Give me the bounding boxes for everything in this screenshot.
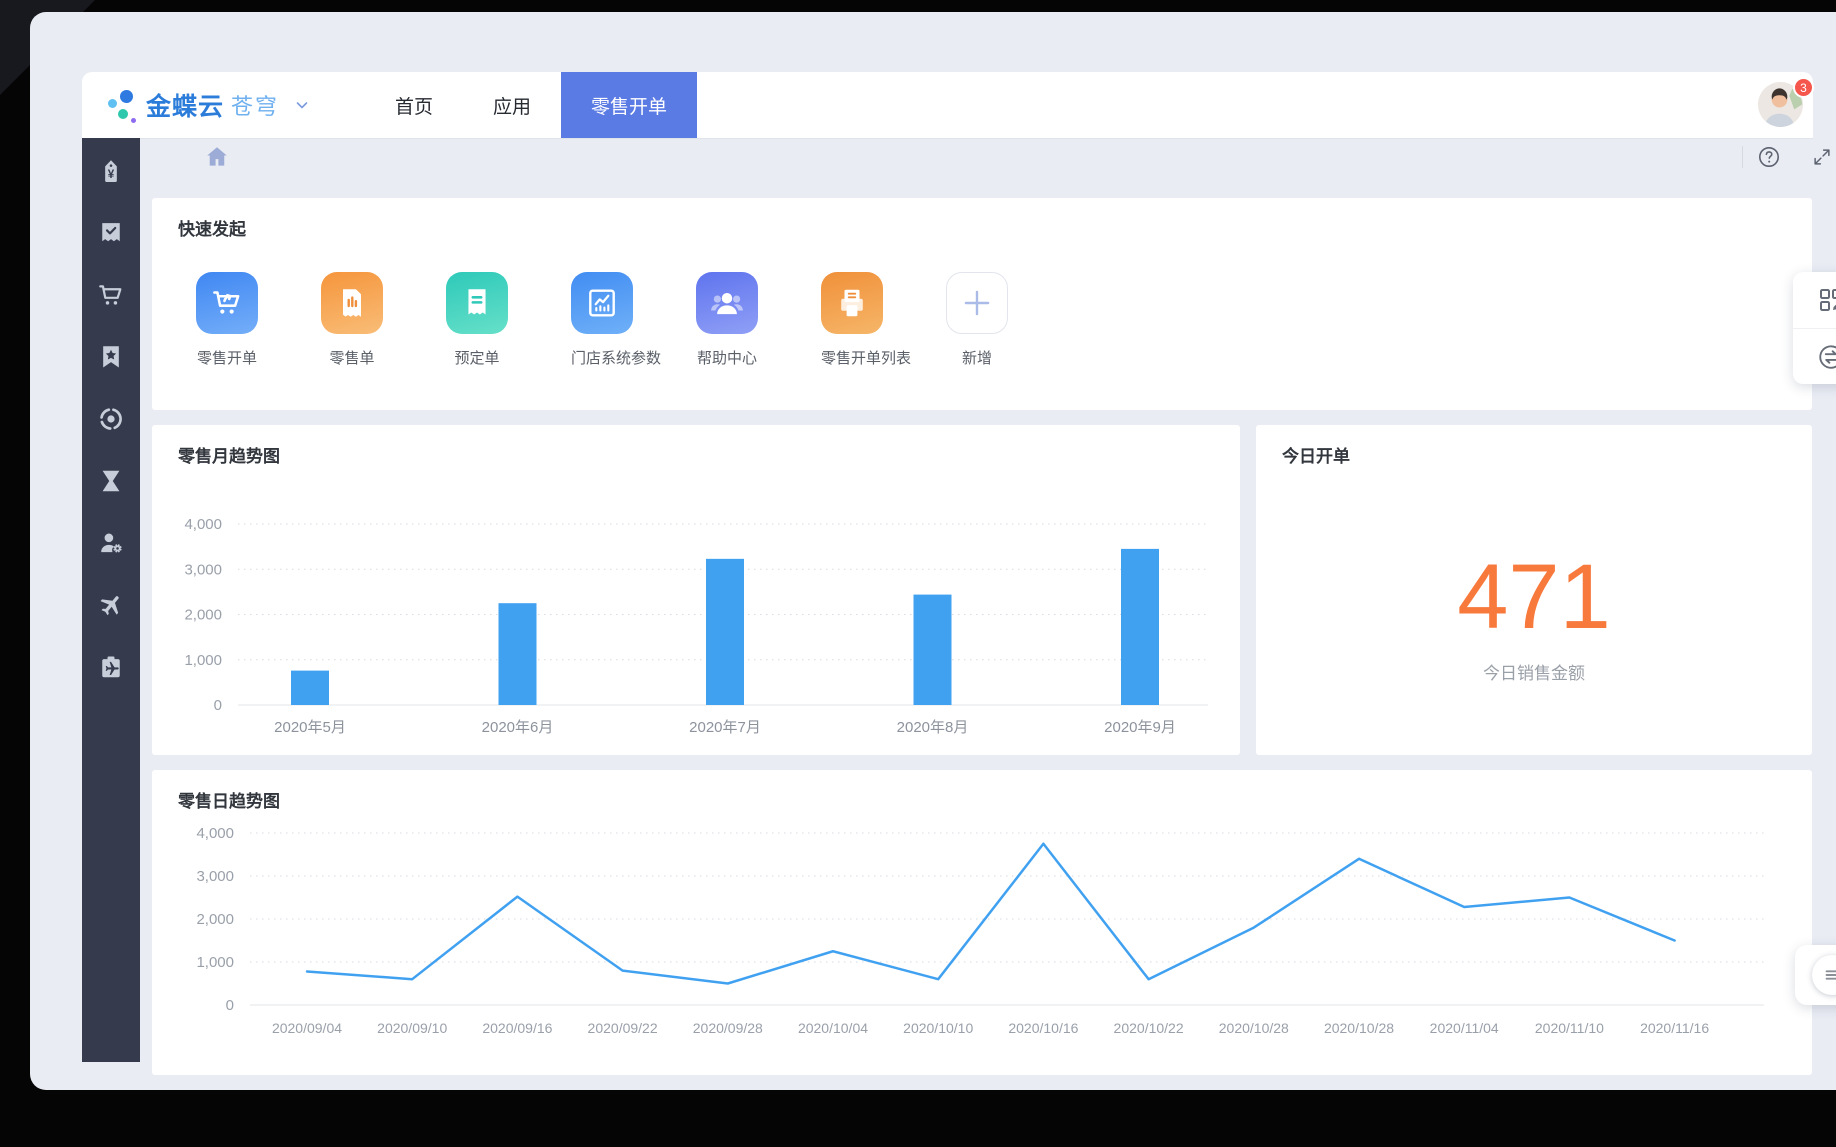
today-sales-value: 471 [1256, 545, 1812, 650]
svg-text:2020年8月: 2020年8月 [897, 719, 969, 736]
fullscreen-icon[interactable] [1811, 146, 1833, 168]
receipt-bars-icon[interactable] [321, 272, 383, 334]
svg-text:0: 0 [226, 997, 234, 1014]
svg-text:2020/10/16: 2020/10/16 [1008, 1020, 1078, 1036]
hourglass-icon[interactable] [97, 467, 125, 495]
brand-name: 金蝶云 [146, 87, 224, 123]
bookmark-star-icon[interactable] [97, 343, 125, 371]
quick-launch-item: 门店系统参数 [571, 272, 633, 368]
plus-icon[interactable] [946, 272, 1008, 334]
receipt-lines-icon[interactable] [446, 272, 508, 334]
quick-launch-item: 预定单 [446, 272, 508, 368]
svg-text:¥: ¥ [108, 168, 115, 181]
svg-text:2020/10/28: 2020/10/28 [1219, 1020, 1289, 1036]
quick-launch-list: 零售开单 零售单 预定单 门店系统参数 帮助中心 零售开单列表 新增 [196, 272, 1008, 368]
svg-text:1,000: 1,000 [184, 652, 222, 669]
svg-text:3,000: 3,000 [196, 868, 234, 885]
quick-launch-item: 新增 [946, 272, 1008, 368]
cart-arrow-icon[interactable] [196, 272, 258, 334]
swap-button[interactable] [1793, 328, 1836, 384]
svg-text:2020/09/10: 2020/09/10 [377, 1020, 447, 1036]
svg-text:2020年5月: 2020年5月 [274, 719, 346, 736]
monthly-chart-title: 零售月趋势图 [178, 442, 280, 467]
target-icon[interactable] [97, 405, 125, 433]
quick-launch-label: 零售单 [321, 347, 383, 368]
printer-icon[interactable] [821, 272, 883, 334]
breadcrumb-bar [140, 138, 1836, 176]
app-window: 金蝶云 苍穹 首页应用零售开单 3 [30, 12, 1836, 1090]
top-navbar: 金蝶云 苍穹 首页应用零售开单 3 [82, 72, 1813, 138]
notification-badge: 3 [1793, 77, 1814, 98]
nav-tabs: 首页应用零售开单 [365, 72, 697, 138]
boarding-pass-icon[interactable] [97, 653, 125, 681]
quick-launch-item: 零售开单列表 [821, 272, 883, 368]
svg-text:2020年9月: 2020年9月 [1104, 719, 1176, 736]
people-icon[interactable] [696, 272, 758, 334]
svg-text:2,000: 2,000 [196, 911, 234, 928]
left-sidebar: ¥ [82, 138, 140, 1062]
help-icon[interactable] [1757, 145, 1781, 169]
chevron-down-icon[interactable] [294, 97, 310, 113]
quick-launch-label: 新增 [946, 347, 1008, 368]
quick-launch-item: 零售单 [321, 272, 383, 368]
quick-launch-label: 零售开单列表 [821, 347, 883, 368]
quick-launch-title: 快速发起 [178, 215, 246, 240]
quick-launch-label: 门店系统参数 [571, 347, 633, 368]
nav-tab-1[interactable]: 首页 [365, 72, 463, 138]
svg-text:2020年6月: 2020年6月 [482, 719, 554, 736]
svg-text:4,000: 4,000 [196, 825, 234, 842]
brand-sub-name: 苍穹 [231, 89, 279, 121]
desktop-background: 金蝶云 苍穹 首页应用零售开单 3 [0, 0, 1836, 1147]
svg-text:2020/10/22: 2020/10/22 [1114, 1020, 1184, 1036]
svg-text:2020/09/16: 2020/09/16 [482, 1020, 552, 1036]
list-menu-icon [1812, 955, 1836, 995]
nav-tab-3[interactable]: 零售开单 [561, 72, 697, 138]
quick-launch-item: 零售开单 [196, 272, 258, 368]
ribbon-check-icon[interactable] [97, 219, 125, 247]
svg-text:2020/09/22: 2020/09/22 [588, 1020, 658, 1036]
user-gear-icon[interactable] [97, 529, 125, 557]
svg-text:4,000: 4,000 [184, 516, 222, 533]
svg-text:2020/10/04: 2020/10/04 [798, 1020, 868, 1036]
today-billing-panel: 今日开单 471 今日销售金额 [1256, 425, 1812, 755]
svg-text:2020年7月: 2020年7月 [689, 719, 761, 736]
chart-frame-icon[interactable] [571, 272, 633, 334]
svg-text:2020/09/28: 2020/09/28 [693, 1020, 763, 1036]
daily-trend-panel: 零售日趋势图 0 1,000 2,000 3,000 4,000 2020/09/04 20… [152, 770, 1812, 1075]
daily-chart-title: 零售日趋势图 [178, 787, 280, 812]
today-panel-title: 今日开单 [1282, 442, 1350, 467]
svg-text:0: 0 [214, 697, 222, 714]
grid-edit-button[interactable] [1793, 272, 1836, 328]
monthly-trend-panel: 零售月趋势图 0 1,000 2,000 3,000 4,000 2020年5月 2020年… [152, 425, 1240, 755]
nav-tab-2[interactable]: 应用 [463, 72, 561, 138]
quick-launch-label: 帮助中心 [696, 347, 758, 368]
svg-text:1,000: 1,000 [196, 954, 234, 971]
today-sales-caption: 今日销售金额 [1256, 659, 1812, 684]
svg-text:2020/10/28: 2020/10/28 [1324, 1020, 1394, 1036]
home-icon[interactable] [204, 144, 230, 170]
plane-icon[interactable] [97, 591, 125, 619]
svg-text:2020/11/10: 2020/11/10 [1535, 1020, 1604, 1036]
quick-launch-label: 零售开单 [196, 347, 258, 368]
user-avatar[interactable]: 3 [1757, 81, 1804, 128]
svg-text:2020/10/10: 2020/10/10 [903, 1020, 973, 1036]
side-tools-panel [1793, 272, 1836, 384]
logo-icon [106, 85, 140, 125]
daily-line-chart: 0 1,000 2,000 3,000 4,000 2020/09/04 2020/09/1… [172, 815, 1792, 1050]
quick-launch-label: 预定单 [446, 347, 508, 368]
quick-launch-panel: 快速发起 零售开单 零售单 预定单 门店系统参数 帮助中心 零售开单列表 新增 [152, 198, 1812, 410]
svg-text:2020/09/04: 2020/09/04 [272, 1020, 342, 1036]
svg-text:2,000: 2,000 [184, 607, 222, 624]
svg-text:2020/11/04: 2020/11/04 [1430, 1020, 1499, 1036]
svg-text:3,000: 3,000 [184, 561, 222, 578]
quick-launch-item: 帮助中心 [696, 272, 758, 368]
price-tag-yen-icon[interactable]: ¥ [97, 157, 125, 185]
cart-icon[interactable] [97, 281, 125, 309]
monthly-bar-chart: 0 1,000 2,000 3,000 4,000 2020年5月 2020年6月 2020年… [176, 488, 1216, 754]
floating-menu-button[interactable] [1795, 945, 1836, 1005]
svg-text:2020/11/16: 2020/11/16 [1640, 1020, 1709, 1036]
toolbar-divider [1742, 146, 1743, 168]
app-logo[interactable]: 金蝶云 苍穹 [106, 72, 310, 138]
